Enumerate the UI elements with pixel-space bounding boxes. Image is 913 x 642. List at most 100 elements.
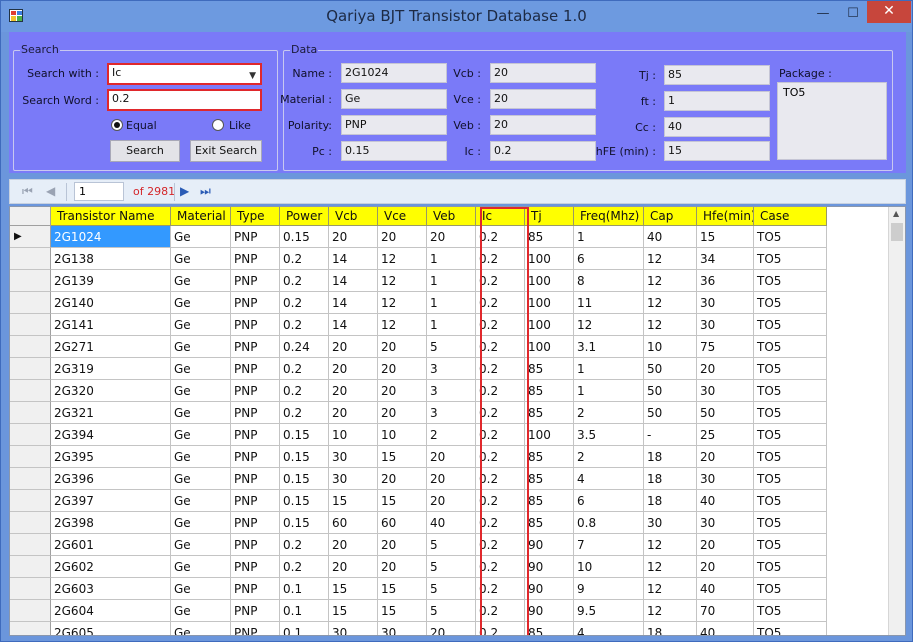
table-row[interactable]: 2G396 Ge PNP 0.15 30 20 20 0.2 85 4 18 30 TO5 xyxy=(10,468,888,490)
cell-vce[interactable]: 12 xyxy=(378,248,427,270)
position-input[interactable]: 1 xyxy=(74,182,124,201)
cell-transistor-name[interactable]: 2G602 xyxy=(51,556,171,578)
cell-veb[interactable]: 1 xyxy=(427,248,476,270)
cell-hfe-min[interactable]: 34 xyxy=(697,248,754,270)
cell-ic[interactable]: 0.2 xyxy=(476,380,525,402)
cell-vcb[interactable]: 14 xyxy=(329,248,378,270)
cell-transistor-name[interactable]: 2G394 xyxy=(51,424,171,446)
cell-veb[interactable]: 5 xyxy=(427,336,476,358)
cell-cap[interactable]: 12 xyxy=(644,578,697,600)
cell-power[interactable]: 0.15 xyxy=(280,226,329,248)
cell-power[interactable]: 0.2 xyxy=(280,402,329,424)
cell-ic[interactable]: 0.2 xyxy=(476,226,525,248)
cell-tj[interactable]: 100 xyxy=(525,292,574,314)
cell-tj[interactable]: 90 xyxy=(525,534,574,556)
cell-tj[interactable]: 90 xyxy=(525,556,574,578)
row-header[interactable] xyxy=(10,534,51,556)
cell-tj[interactable]: 85 xyxy=(525,468,574,490)
row-header[interactable] xyxy=(10,270,51,292)
cell-vce[interactable]: 20 xyxy=(378,226,427,248)
maximize-button[interactable]: ☐ xyxy=(843,5,863,25)
column-header-case[interactable]: Case xyxy=(754,207,827,226)
cell-hfe-min[interactable]: 15 xyxy=(697,226,754,248)
ft-field[interactable]: 1 xyxy=(664,91,770,111)
cell-material[interactable]: Ge xyxy=(171,446,231,468)
cell-type[interactable]: PNP xyxy=(231,292,280,314)
search-with-dropdown[interactable]: Ic ▼ xyxy=(107,63,262,85)
cell-transistor-name[interactable]: 2G321 xyxy=(51,402,171,424)
cell-power[interactable]: 0.2 xyxy=(280,534,329,556)
cell-tj[interactable]: 85 xyxy=(525,446,574,468)
cell-case[interactable]: TO5 xyxy=(754,402,827,424)
cell-tj[interactable]: 85 xyxy=(525,402,574,424)
cell-vcb[interactable]: 15 xyxy=(329,600,378,622)
row-header[interactable] xyxy=(10,380,51,402)
cell-type[interactable]: PNP xyxy=(231,248,280,270)
cell-vce[interactable]: 15 xyxy=(378,600,427,622)
cell-hfe-min[interactable]: 20 xyxy=(697,534,754,556)
cell-transistor-name[interactable]: 2G1024 xyxy=(51,226,171,248)
cell-case[interactable]: TO5 xyxy=(754,622,827,635)
cell-veb[interactable]: 5 xyxy=(427,578,476,600)
table-row[interactable]: 2G603 Ge PNP 0.1 15 15 5 0.2 90 9 12 40 TO5 xyxy=(10,578,888,600)
row-header[interactable] xyxy=(10,424,51,446)
cell-hfe-min[interactable]: 30 xyxy=(697,468,754,490)
cell-vce[interactable]: 12 xyxy=(378,270,427,292)
cell-transistor-name[interactable]: 2G139 xyxy=(51,270,171,292)
cell-vcb[interactable]: 15 xyxy=(329,490,378,512)
cell-type[interactable]: PNP xyxy=(231,534,280,556)
cell-type[interactable]: PNP xyxy=(231,380,280,402)
table-row[interactable]: 2G397 Ge PNP 0.15 15 15 20 0.2 85 6 18 40 TO5 xyxy=(10,490,888,512)
cell-tj[interactable]: 85 xyxy=(525,622,574,635)
table-row[interactable]: 2G321 Ge PNP 0.2 20 20 3 0.2 85 2 50 50 TO5 xyxy=(10,402,888,424)
move-previous-icon[interactable]: ◀ xyxy=(46,184,55,198)
cell-cap[interactable]: 12 xyxy=(644,556,697,578)
cell-veb[interactable]: 3 xyxy=(427,358,476,380)
cell-veb[interactable]: 1 xyxy=(427,292,476,314)
cell-freq-mhz[interactable]: 3.1 xyxy=(574,336,644,358)
table-row[interactable]: 2G141 Ge PNP 0.2 14 12 1 0.2 100 12 12 30 TO5 xyxy=(10,314,888,336)
cell-ic[interactable]: 0.2 xyxy=(476,336,525,358)
row-header[interactable] xyxy=(10,402,51,424)
cell-tj[interactable]: 85 xyxy=(525,358,574,380)
cell-freq-mhz[interactable]: 4 xyxy=(574,468,644,490)
cell-veb[interactable]: 20 xyxy=(427,446,476,468)
cell-type[interactable]: PNP xyxy=(231,490,280,512)
cell-vce[interactable]: 60 xyxy=(378,512,427,534)
cell-freq-mhz[interactable]: 12 xyxy=(574,314,644,336)
cell-ic[interactable]: 0.2 xyxy=(476,578,525,600)
table-row[interactable]: 2G139 Ge PNP 0.2 14 12 1 0.2 100 8 12 36 TO5 xyxy=(10,270,888,292)
cell-vce[interactable]: 12 xyxy=(378,292,427,314)
cell-cap[interactable]: 18 xyxy=(644,468,697,490)
cell-cap[interactable]: 50 xyxy=(644,380,697,402)
cell-tj[interactable]: 90 xyxy=(525,578,574,600)
cell-veb[interactable]: 2 xyxy=(427,424,476,446)
row-header[interactable] xyxy=(10,336,51,358)
cell-veb[interactable]: 20 xyxy=(427,490,476,512)
column-header-material[interactable]: Material xyxy=(171,207,231,226)
cell-freq-mhz[interactable]: 3.5 xyxy=(574,424,644,446)
cell-type[interactable]: PNP xyxy=(231,468,280,490)
cell-vcb[interactable]: 20 xyxy=(329,402,378,424)
cell-transistor-name[interactable]: 2G398 xyxy=(51,512,171,534)
cell-cap[interactable]: 12 xyxy=(644,248,697,270)
cell-freq-mhz[interactable]: 9.5 xyxy=(574,600,644,622)
cell-hfe-min[interactable]: 75 xyxy=(697,336,754,358)
table-row[interactable]: 2G271 Ge PNP 0.24 20 20 5 0.2 100 3.1 10 75 TO5 xyxy=(10,336,888,358)
cell-vcb[interactable]: 20 xyxy=(329,380,378,402)
cell-ic[interactable]: 0.2 xyxy=(476,248,525,270)
cell-vce[interactable]: 20 xyxy=(378,556,427,578)
cell-vcb[interactable]: 60 xyxy=(329,512,378,534)
ic-field[interactable]: 0.2 xyxy=(490,141,596,161)
move-last-icon[interactable]: ⏭ xyxy=(200,184,211,199)
cell-hfe-min[interactable]: 30 xyxy=(697,380,754,402)
cell-hfe-min[interactable]: 40 xyxy=(697,578,754,600)
row-header[interactable] xyxy=(10,556,51,578)
cell-cap[interactable]: - xyxy=(644,424,697,446)
row-header[interactable] xyxy=(10,358,51,380)
cell-type[interactable]: PNP xyxy=(231,402,280,424)
cell-material[interactable]: Ge xyxy=(171,226,231,248)
cell-vcb[interactable]: 30 xyxy=(329,468,378,490)
cell-hfe-min[interactable]: 25 xyxy=(697,424,754,446)
cell-cap[interactable]: 50 xyxy=(644,402,697,424)
